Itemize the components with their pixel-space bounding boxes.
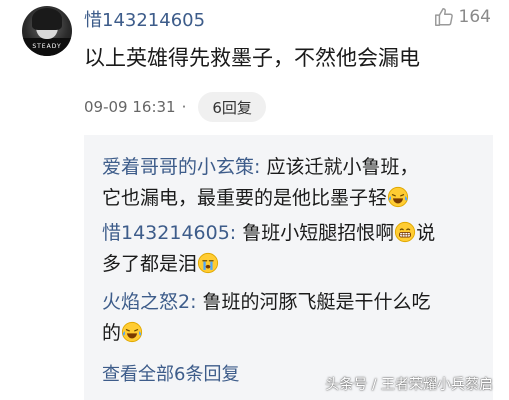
grin-emoji-icon: [395, 221, 416, 243]
reply-item[interactable]: 火焰之怒2: 鲁班的河豚飞艇是干什么吃 的: [102, 287, 431, 349]
like-count: 164: [458, 7, 491, 27]
reply-text: 的: [102, 322, 122, 344]
reply-item[interactable]: 惜143214605: 鲁班小短腿招恨啊 说 多了都是泪: [102, 218, 435, 280]
like-button[interactable]: 164: [433, 6, 491, 28]
reply-text: 说: [416, 222, 436, 244]
reply-text: 多了都是泪: [102, 253, 198, 275]
sob-emoji-icon: [197, 252, 219, 274]
laugh-cry-emoji-icon: [121, 321, 143, 343]
reply-username[interactable]: 火焰之怒2:: [102, 291, 197, 313]
watermark: 头条号 / 王者荣耀小兵蔡启: [325, 377, 493, 393]
comment-meta: 09-09 16:31 · 6回复: [84, 92, 266, 122]
avatar-caption: STEADY: [32, 43, 62, 50]
comment-text: 以上英雄得先救墨子，不然他会漏电: [84, 46, 420, 70]
reply-item[interactable]: 爱着哥哥的小玄策: 应该迁就小鲁班， 它也漏电，最重要的是他比墨子轻: [102, 152, 418, 214]
reply-button[interactable]: 6回复: [198, 92, 266, 122]
thumbs-up-icon: [434, 8, 453, 26]
avatar[interactable]: STEADY: [22, 6, 72, 56]
reply-text: 应该迁就小鲁班，: [260, 156, 419, 178]
avatar-hair: [32, 8, 62, 30]
reply-text: 它也漏电，最重要的是他比墨子轻: [102, 187, 388, 209]
separator-dot: ·: [181, 98, 187, 116]
reply-text: 鲁班的河豚飞艇是干什么吃: [196, 291, 431, 313]
reply-text: 鲁班小短腿招恨啊: [236, 222, 395, 244]
view-all-replies-link[interactable]: 查看全部6条回复: [102, 360, 239, 386]
reply-username[interactable]: 惜143214605:: [102, 222, 236, 244]
reply-username[interactable]: 爱着哥哥的小玄策:: [102, 156, 260, 178]
comment-username[interactable]: 惜143214605: [84, 6, 205, 32]
comment-time: 09-09 16:31: [84, 98, 176, 116]
reply-list: 爱着哥哥的小玄策: 应该迁就小鲁班， 它也漏电，最重要的是他比墨子轻 惜1432…: [84, 135, 493, 400]
laugh-cry-emoji-icon: [387, 186, 409, 208]
